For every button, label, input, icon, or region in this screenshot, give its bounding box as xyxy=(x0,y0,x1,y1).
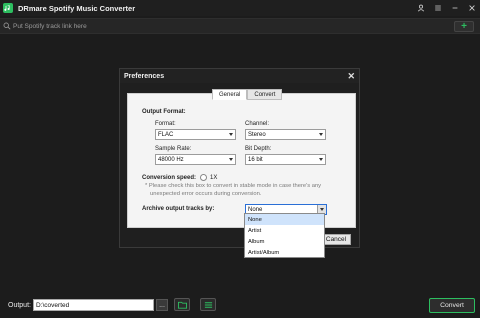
bit-depth-select[interactable]: 16 bit xyxy=(245,154,326,165)
sample-rate-select[interactable]: 48000 Hz xyxy=(155,154,236,165)
archive-dropdown-list: None Artist Album Artist/Album xyxy=(244,213,325,258)
format-label: Format: xyxy=(155,121,176,127)
convert-panel: General Convert Output Format: Format: F… xyxy=(127,89,356,228)
chevron-down-icon xyxy=(229,158,233,161)
bit-depth-label: Bit Depth: xyxy=(245,146,272,152)
dialog-close-icon[interactable]: ✕ xyxy=(347,71,355,81)
format-select[interactable]: FLAC xyxy=(155,129,236,140)
search-input[interactable] xyxy=(13,22,433,30)
conversion-speed-value: 1X xyxy=(210,175,218,181)
channel-value: Stereo xyxy=(248,131,266,138)
user-icon[interactable] xyxy=(415,2,426,13)
browse-button[interactable]: ... xyxy=(156,299,168,311)
output-format-heading: Output Format: xyxy=(142,109,186,115)
note-line-2: unexpected error occurs during conversio… xyxy=(150,191,262,197)
minimize-icon[interactable] xyxy=(449,2,460,13)
sample-rate-label: Sample Rate: xyxy=(155,146,192,152)
convert-button[interactable]: Convert xyxy=(429,298,475,313)
dropdown-option-artist-album[interactable]: Artist/Album xyxy=(245,247,324,258)
chevron-down-icon xyxy=(320,208,324,211)
title-bar: DRmare Spotify Music Converter xyxy=(0,0,480,16)
chevron-down-icon xyxy=(229,133,233,136)
search-icon xyxy=(3,22,11,30)
conversion-speed-label: Conversion speed: xyxy=(142,175,197,181)
close-icon[interactable] xyxy=(466,2,477,13)
sample-rate-value: 48000 Hz xyxy=(158,156,184,163)
archive-label: Archive output tracks by: xyxy=(142,206,215,212)
chevron-down-icon xyxy=(319,133,323,136)
note-line-1: * Please check this box to convert in st… xyxy=(145,183,322,189)
dropdown-option-none[interactable]: None xyxy=(245,214,324,225)
conversion-speed-radio[interactable] xyxy=(200,174,207,181)
output-label: Output: xyxy=(8,302,31,309)
dropdown-option-artist[interactable]: Artist xyxy=(245,225,324,236)
format-value: FLAC xyxy=(158,131,174,138)
history-button[interactable] xyxy=(200,298,216,311)
bottom-bar: Output: ... xyxy=(0,294,480,318)
dialog-header: Preferences ✕ xyxy=(120,69,359,83)
open-folder-button[interactable] xyxy=(174,298,190,311)
output-path-field[interactable] xyxy=(33,299,154,311)
bit-depth-value: 16 bit xyxy=(248,156,263,163)
dropdown-option-album[interactable]: Album xyxy=(245,236,324,247)
channel-select[interactable]: Stereo xyxy=(245,129,326,140)
app-title: DRmare Spotify Music Converter xyxy=(18,3,136,13)
list-icon xyxy=(204,301,212,308)
archive-value: None xyxy=(248,206,263,213)
folder-icon xyxy=(177,301,187,309)
search-bar: + xyxy=(0,18,480,34)
chevron-down-icon xyxy=(319,158,323,161)
cancel-button[interactable]: Cancel xyxy=(321,234,351,245)
add-button[interactable]: + xyxy=(454,21,474,32)
channel-label: Channel: xyxy=(245,121,270,127)
menu-icon[interactable] xyxy=(432,2,443,13)
tab-convert[interactable]: Convert xyxy=(247,89,283,100)
dialog-title: Preferences xyxy=(124,72,165,80)
tab-general[interactable]: General xyxy=(212,89,248,100)
app-logo-icon xyxy=(3,3,13,13)
